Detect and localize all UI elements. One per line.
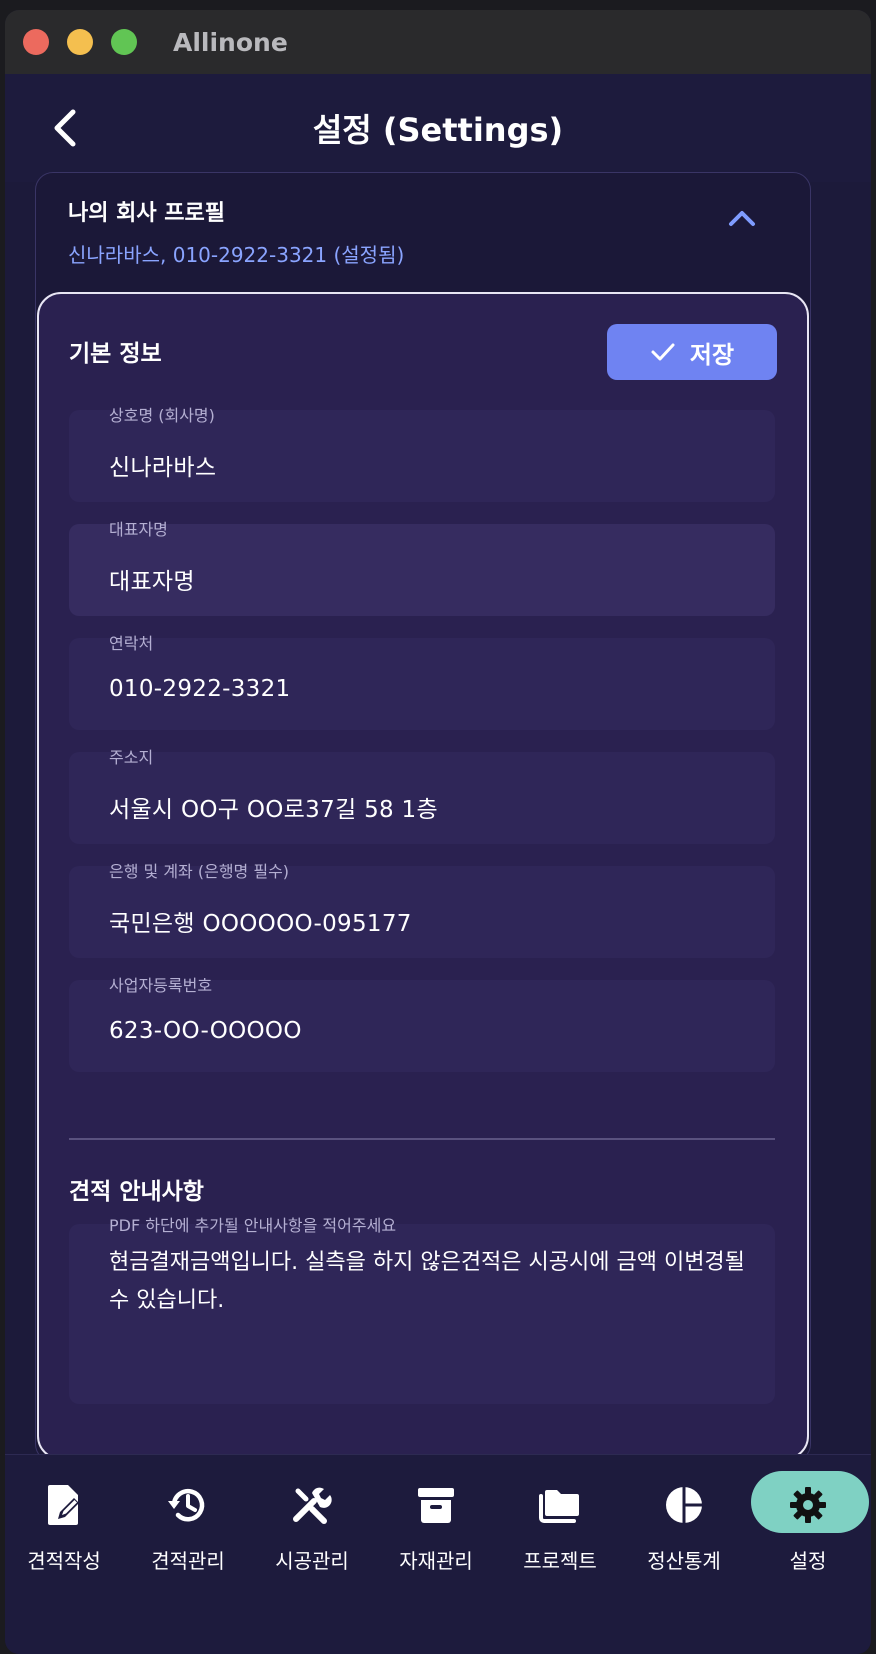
contact-value: 010-2922-3321 [109, 676, 291, 702]
archive-box-icon [410, 1479, 462, 1531]
business-number-label: 사업자등록번호 [109, 976, 213, 995]
save-button[interactable]: 저장 [607, 324, 777, 380]
page-title: 설정 (Settings) [312, 111, 564, 149]
check-icon [651, 343, 675, 361]
contact-label: 연락처 [109, 634, 154, 653]
contact-field[interactable]: 연락처 010-2922-3321 [69, 634, 775, 730]
nav-item-quote-manage[interactable]: 견적관리 [129, 1471, 247, 1583]
nav-label-construction: 시공관리 [275, 1549, 349, 1573]
representative-label: 대표자명 [109, 520, 168, 539]
close-window-button[interactable] [23, 29, 49, 55]
collapse-button[interactable] [722, 203, 762, 233]
nav-label-projects: 프로젝트 [523, 1549, 597, 1573]
nav-label-quote-create: 견적작성 [27, 1549, 101, 1573]
nav-item-quote-create[interactable]: 견적작성 [5, 1471, 123, 1583]
nav-item-settings[interactable]: 설정 [749, 1471, 869, 1583]
business-number-field[interactable]: 사업자등록번호 623-OO-OOOOO [69, 976, 775, 1072]
nav-label-materials: 자재관리 [399, 1549, 473, 1573]
minimize-window-button[interactable] [67, 29, 93, 55]
business-number-value: 623-OO-OOOOO [109, 1018, 302, 1044]
nav-label-quote-manage: 견적관리 [151, 1549, 225, 1573]
bank-account-field[interactable]: 은행 및 계좌 (은행명 필수) 국민은행 OOOOOO-095177 [69, 862, 775, 958]
chevron-left-icon [54, 109, 76, 147]
representative-field[interactable]: 대표자명 대표자명 [69, 520, 775, 616]
company-profile-title: 나의 회사 프로필 [68, 201, 225, 226]
pie-chart-icon [658, 1479, 710, 1531]
representative-value: 대표자명 [109, 569, 195, 595]
company-profile-header[interactable]: 나의 회사 프로필 신나라바스, 010-2922-3321 (설정됨) [68, 195, 404, 268]
nav-item-projects[interactable]: 프로젝트 [501, 1471, 619, 1583]
nav-label-settings: 설정 [789, 1549, 827, 1573]
quote-notes-title: 견적 안내사항 [69, 1179, 204, 1205]
address-field[interactable]: 주소지 서울시 OO구 OO로37길 58 1층 [69, 748, 775, 844]
section-divider [69, 1138, 775, 1140]
basic-info-card: 기본 정보 저장 상호명 (회사명) 신나라바스 대표자명 대표자명 연락처 0… [37, 292, 809, 1460]
nav-item-materials[interactable]: 자재관리 [377, 1471, 495, 1583]
maximize-window-button[interactable] [111, 29, 137, 55]
app-window: Allinone 설정 (Settings) 나의 회사 프로필 신나라바스, … [5, 10, 871, 1654]
edit-document-icon [38, 1479, 90, 1531]
nav-label-statistics: 정산통계 [647, 1549, 721, 1573]
app-bar: 설정 (Settings) [5, 74, 871, 182]
bottom-navigation: 견적작성 견적관리 시공관리 자재관리 프로젝트 정산통계 설정 [5, 1454, 871, 1654]
address-label: 주소지 [109, 748, 154, 767]
window-title: Allinone [173, 28, 288, 57]
save-button-label: 저장 [689, 340, 735, 369]
nav-item-construction[interactable]: 시공관리 [253, 1471, 371, 1583]
quote-notes-textarea[interactable]: PDF 하단에 추가될 안내사항을 적어주세요 현금결재금액입니다. 실측을 하… [69, 1216, 775, 1404]
title-bar: Allinone [5, 10, 871, 74]
bank-account-value: 국민은행 OOOOOO-095177 [109, 911, 412, 937]
folders-icon [534, 1479, 586, 1531]
chevron-up-icon [729, 211, 755, 226]
history-icon [162, 1479, 214, 1531]
back-button[interactable] [41, 104, 89, 152]
bank-account-label: 은행 및 계좌 (은행명 필수) [109, 862, 290, 881]
address-value: 서울시 OO구 OO로37길 58 1층 [109, 797, 438, 823]
quote-notes-value: 현금결재금액입니다. 실측을 하지 않은견적은 시공시에 금액 이변경될수 있습… [109, 1250, 745, 1313]
basic-info-title: 기본 정보 [69, 341, 162, 367]
tools-icon [286, 1479, 338, 1531]
gear-icon [782, 1479, 834, 1531]
nav-item-statistics[interactable]: 정산통계 [625, 1471, 743, 1583]
company-name-field[interactable]: 상호명 (회사명) 신나라바스 [69, 406, 775, 502]
company-profile-summary: 신나라바스, 010-2922-3321 (설정됨) [68, 243, 405, 267]
company-name-value: 신나라바스 [109, 455, 217, 481]
company-name-label: 상호명 (회사명) [109, 406, 215, 425]
quote-notes-label: PDF 하단에 추가될 안내사항을 적어주세요 [109, 1216, 397, 1235]
